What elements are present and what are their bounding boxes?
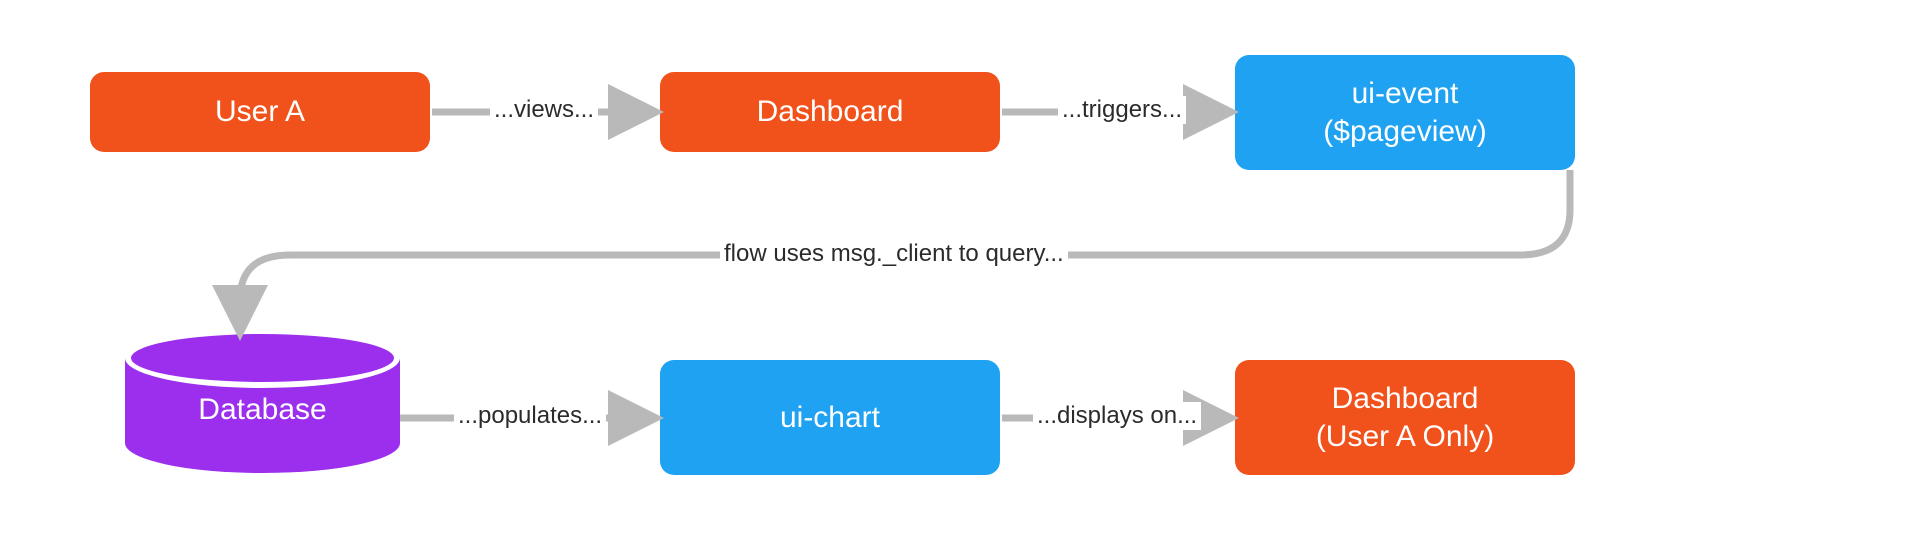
edge-label-views: ...views... <box>490 96 598 124</box>
node-dashboard-user-a: Dashboard (User A Only) <box>1235 360 1575 475</box>
node-database: Database <box>125 335 400 495</box>
node-ui-event: ui-event ($pageview) <box>1235 55 1575 170</box>
edge-label-flow-query: flow uses msg._client to query... <box>720 240 1068 268</box>
database-top <box>125 328 400 388</box>
node-dashboard: Dashboard <box>660 72 1000 152</box>
node-user-a: User A <box>90 72 430 152</box>
node-ui-chart-label: ui-chart <box>780 399 880 437</box>
node-dashboard-user-a-line2: (User A Only) <box>1316 418 1494 456</box>
node-user-a-label: User A <box>215 93 305 131</box>
node-dashboard-user-a-line1: Dashboard <box>1332 380 1479 418</box>
node-ui-event-line2: ($pageview) <box>1323 113 1486 151</box>
edge-label-triggers: ...triggers... <box>1058 96 1186 124</box>
flow-diagram: User A Dashboard ui-event ($pageview) Da… <box>0 0 1920 545</box>
edge-label-populates: ...populates... <box>454 402 606 430</box>
node-ui-event-line1: ui-event <box>1352 75 1459 113</box>
node-dashboard-label: Dashboard <box>757 93 904 131</box>
node-database-label: Database <box>125 393 400 427</box>
edge-label-displays-on: ...displays on... <box>1033 402 1201 430</box>
node-ui-chart: ui-chart <box>660 360 1000 475</box>
